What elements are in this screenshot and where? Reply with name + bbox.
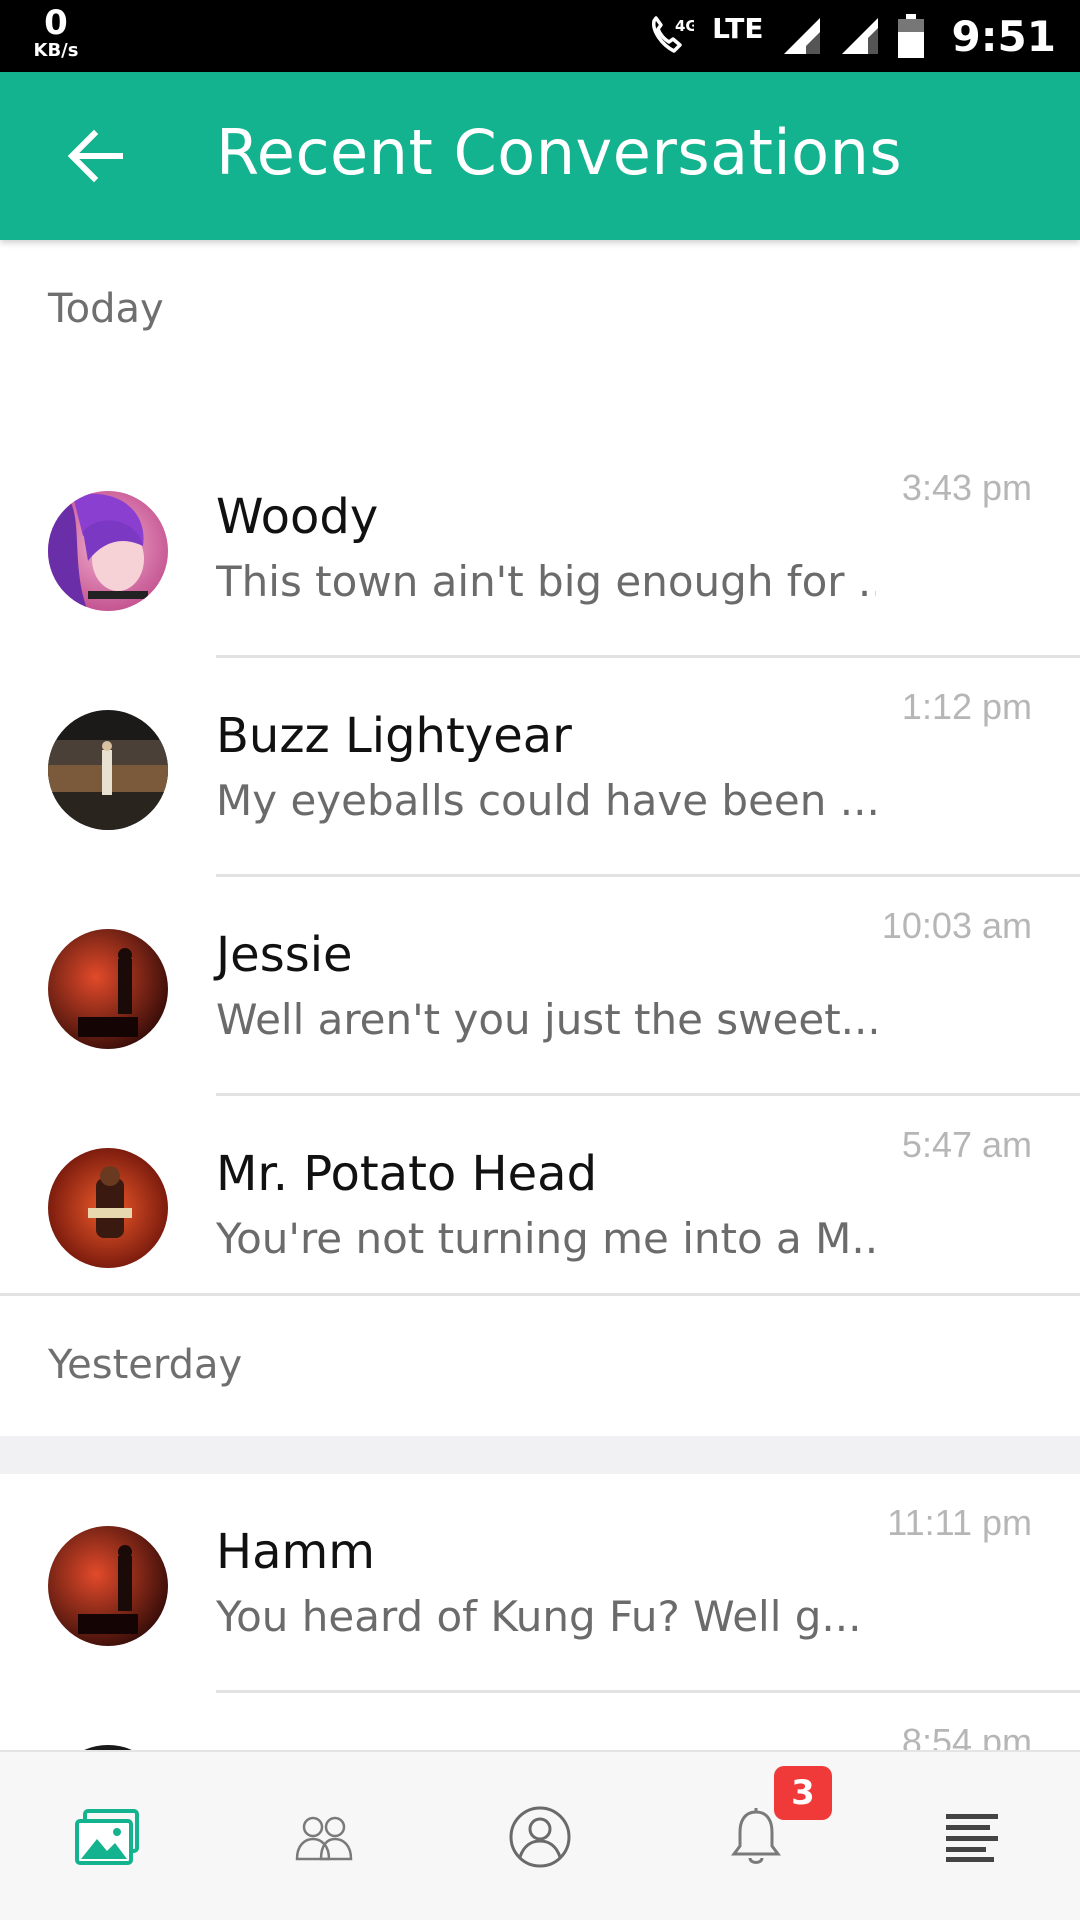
contact-name: Jessie — [216, 927, 353, 983]
section-divider — [0, 1293, 1080, 1296]
message-preview: This town ain't big enough for ... — [216, 557, 876, 606]
conversation-item[interactable]: Mr. Potato Head You're not turning me in… — [0, 1096, 1080, 1315]
status-icons: 4G LTE 9:51 — [630, 0, 1056, 72]
nav-profile[interactable] — [432, 1752, 648, 1920]
signal-icon — [783, 18, 820, 54]
message-time: 3:43 pm — [901, 467, 1032, 508]
network-speed-unit: KB/s — [33, 40, 79, 61]
status-bar: 0 KB/s 4G LTE 9:51 — [0, 0, 1080, 72]
nav-photos[interactable] — [0, 1752, 216, 1920]
page-title: Recent Conversations — [216, 116, 903, 189]
conversation-list[interactable]: Today Woody This town ain't big enough f… — [0, 240, 1080, 1750]
message-time: 10:03 am — [881, 905, 1032, 946]
notification-badge: 3 — [774, 1766, 832, 1820]
conversation-item[interactable]: Hamm You heard of Kung Fu? Well g... 11:… — [0, 1474, 1080, 1693]
svg-text:4G: 4G — [675, 17, 694, 35]
avatar — [48, 491, 168, 611]
network-speed: 0 KB/s — [26, 6, 86, 60]
back-button[interactable] — [62, 122, 130, 190]
nav-menu[interactable] — [864, 1752, 1080, 1920]
conversation-item[interactable]: Woody This town ain't big enough for ...… — [0, 439, 1080, 658]
message-time: 5:47 am — [901, 1124, 1032, 1165]
photos-icon — [75, 1809, 139, 1865]
app-bar: Recent Conversations — [0, 72, 1080, 240]
signal-icon-2 — [841, 18, 878, 54]
contact-name: Buzz Lightyear — [216, 708, 572, 764]
menu-icon — [946, 1814, 998, 1862]
arrow-left-icon — [67, 129, 123, 183]
avatar — [48, 1526, 168, 1646]
avatar — [48, 710, 168, 830]
profile-icon — [509, 1806, 571, 1868]
section-spacer — [0, 1436, 1080, 1474]
wifi-calling-icon: 4G — [652, 16, 694, 53]
bottom-navigation: 3 — [0, 1750, 1080, 1920]
status-clock: 9:51 — [951, 11, 1056, 61]
message-preview: You're not turning me into a M... — [216, 1214, 876, 1263]
message-preview: My eyeballs could have been ... — [216, 776, 876, 825]
battery-icon — [897, 14, 924, 58]
section-header-yesterday: Yesterday — [48, 1342, 243, 1388]
avatar — [48, 1148, 168, 1268]
message-time: 1:12 pm — [901, 686, 1032, 727]
message-time: 11:11 pm — [887, 1502, 1032, 1543]
nav-friends[interactable] — [216, 1752, 432, 1920]
conversation-item[interactable]: Jessie Well aren't you just the sweet...… — [0, 877, 1080, 1096]
network-type-label: LTE — [712, 11, 764, 45]
screen: 0 KB/s 4G LTE 9:51 Recent Conversations … — [0, 0, 1080, 1920]
avatar — [48, 929, 168, 1049]
message-preview: You heard of Kung Fu? Well g... — [216, 1592, 862, 1641]
contact-name: Mr. Potato Head — [216, 1146, 598, 1202]
friends-icon — [295, 1816, 353, 1861]
message-time: 8:54 pm — [901, 1721, 1032, 1750]
nav-notifications[interactable]: 3 — [648, 1752, 864, 1920]
network-speed-value: 0 — [44, 3, 68, 43]
conversation-item[interactable]: Buzz Lightyear My eyeballs could have be… — [0, 658, 1080, 877]
message-preview: Well aren't you just the sweet... — [216, 995, 876, 1044]
section-header-today: Today — [48, 286, 164, 332]
conversation-item[interactable]: 8:54 pm — [0, 1693, 1080, 1750]
contact-name: Hamm — [216, 1524, 376, 1580]
contact-name: Woody — [216, 489, 379, 545]
